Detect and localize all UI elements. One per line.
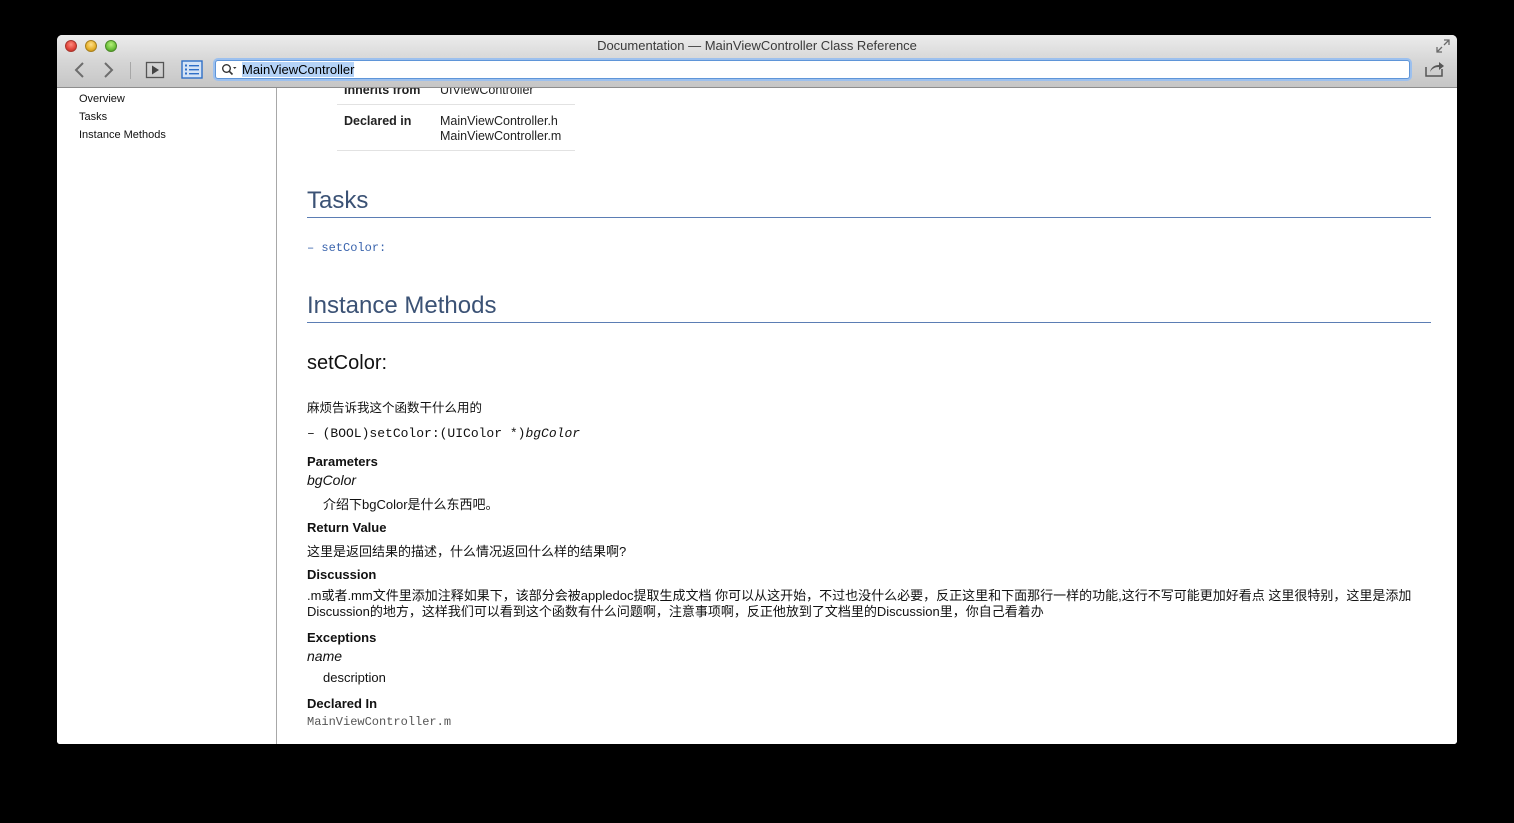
class-spec-table: Inherits from UIViewController Declared … (337, 88, 575, 151)
table-of-contents-icon[interactable] (181, 60, 203, 79)
documentation-content: Inherits from UIViewController Declared … (277, 88, 1457, 744)
return-value-text: 这里是返回结果的描述，什么情况返回什么样的结果啊? (307, 544, 627, 559)
spec-row-declared-in: Declared in MainViewController.h MainVie… (337, 105, 575, 151)
sidebar-item-instance-methods[interactable]: Instance Methods (79, 129, 166, 141)
exceptions-label: Exceptions (307, 630, 377, 645)
spec-row-inherits: Inherits from UIViewController (337, 88, 575, 105)
search-icon[interactable] (221, 63, 237, 76)
discussion-text: .m或者.mm文件里添加注释如果下，该部分会被appledoc提取生成文档 你可… (307, 588, 1412, 619)
parameters-label: Parameters (307, 454, 378, 469)
toolbar-separator (130, 62, 131, 79)
exception-name: name (307, 648, 343, 664)
superclass-link[interactable]: UIViewController (440, 88, 534, 98)
search-query-text[interactable]: MainViewController (242, 62, 355, 77)
forward-button[interactable] (97, 60, 119, 80)
instance-methods-heading: Instance Methods (307, 291, 1431, 323)
back-button[interactable] (69, 60, 91, 80)
param-name: bgColor (307, 472, 357, 488)
toc-sidebar: Overview Tasks Instance Methods (57, 88, 277, 744)
fullscreen-icon[interactable] (1435, 38, 1451, 54)
spec-value: MainViewController.m (440, 129, 562, 143)
play-icon[interactable] (145, 61, 165, 79)
declaration-param: bgColor (525, 426, 581, 441)
exception-description: description (323, 670, 386, 685)
title-bar: Documentation — MainViewController Class… (57, 35, 1457, 88)
method-declaration: – (BOOL)setColor:(UIColor *)bgColor (307, 426, 580, 441)
sidebar-item-tasks[interactable]: Tasks (79, 111, 107, 123)
declared-in-file: MainViewController.m (307, 715, 452, 729)
spec-key: Inherits from (344, 88, 421, 97)
search-input[interactable]: MainViewController (215, 60, 1410, 79)
method-title: setColor: (307, 352, 388, 374)
sidebar-item-overview[interactable]: Overview (79, 93, 125, 105)
task-item[interactable]: – setColor: (307, 241, 386, 255)
window-title: Documentation — MainViewController Class… (597, 38, 917, 53)
method-abstract: 麻烦告诉我这个函数干什么用的 (307, 401, 483, 415)
declared-in-label: Declared In (307, 696, 378, 711)
task-dash: – (307, 241, 315, 255)
spec-key: Declared in (344, 114, 412, 128)
param-description: 介绍下bgColor是什么东西吧。 (323, 497, 499, 512)
tasks-heading: Tasks (307, 186, 1431, 218)
discussion-label: Discussion (307, 567, 377, 582)
declaration-prefix: – (BOOL)setColor:(UIColor *) (307, 426, 526, 441)
documentation-window: Documentation — MainViewController Class… (57, 35, 1457, 744)
return-value-label: Return Value (307, 520, 387, 535)
task-link-setcolor[interactable]: setColor: (321, 241, 386, 255)
spec-value: MainViewController.h (440, 114, 558, 128)
share-icon[interactable] (1423, 60, 1445, 78)
